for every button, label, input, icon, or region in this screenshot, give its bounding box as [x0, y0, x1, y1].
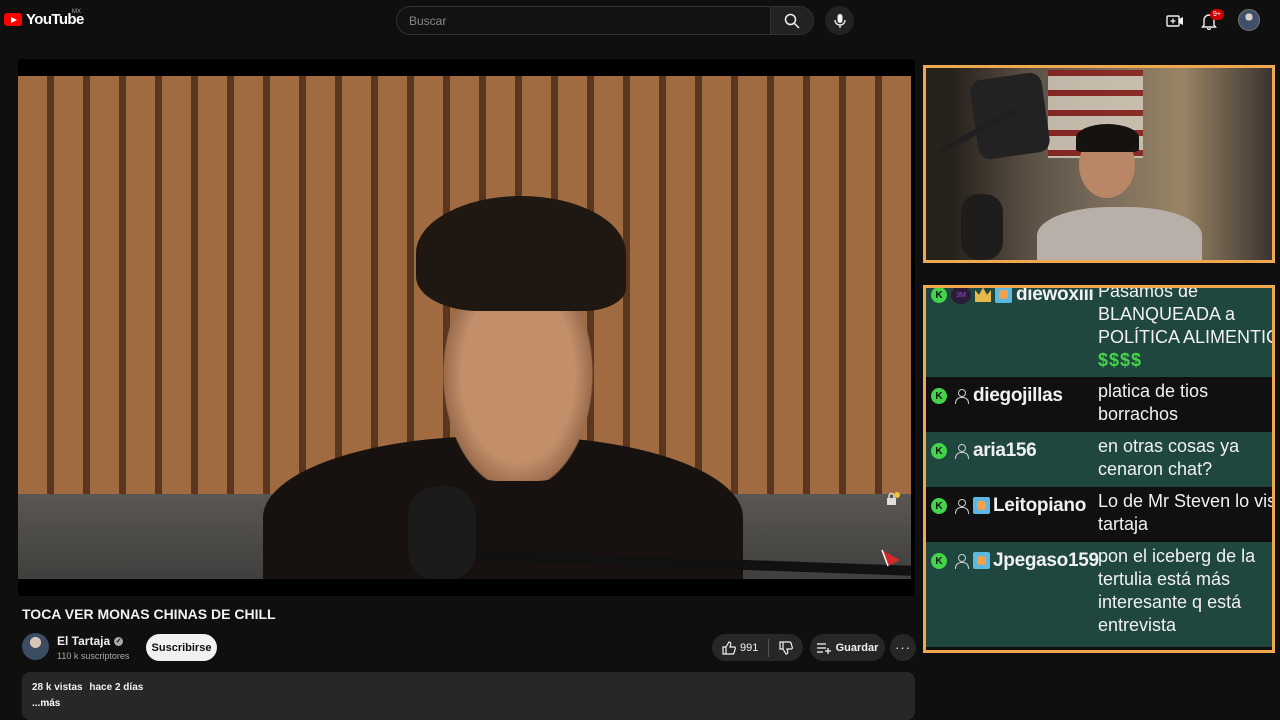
- chat-line: entrevista: [1098, 615, 1177, 635]
- chat-message: K aria156 en otras cosas ya cenaron chat…: [926, 432, 1272, 487]
- search-placeholder: Buscar: [409, 13, 447, 28]
- chat-line: interesante q está: [1098, 592, 1242, 612]
- subscriber-count: 110 k suscriptores: [57, 651, 130, 661]
- video-player[interactable]: [18, 59, 915, 596]
- search-icon: [784, 13, 800, 29]
- description-box[interactable]: 28 k vistas hace 2 días ...más: [22, 672, 915, 720]
- more-dots-icon: ···: [895, 640, 911, 655]
- chat-line: Pasamos de: [1098, 285, 1199, 301]
- voice-search-button[interactable]: [825, 6, 854, 35]
- webcam-streamer-hair: [1076, 124, 1139, 152]
- chat-line: tartaja: [1098, 514, 1149, 534]
- mic-icon: [833, 13, 846, 28]
- channel-name[interactable]: El Tartaja: [57, 634, 110, 648]
- save-button[interactable]: Guardar: [810, 634, 885, 661]
- subscribe-button[interactable]: Suscribirse: [146, 634, 217, 661]
- chat-message: K Leitopiano Lo de Mr Steven lo visto ta…: [926, 487, 1272, 542]
- chat-message: K diegojillas platica de tios borrachos: [926, 377, 1272, 432]
- country-code: MX: [72, 9, 81, 15]
- like-dislike-group: 991: [712, 634, 803, 661]
- k-badge-icon: K: [931, 288, 947, 303]
- k-badge-icon: K: [931, 388, 947, 404]
- search-input[interactable]: Buscar: [396, 6, 770, 35]
- save-label: Guardar: [835, 641, 879, 654]
- create-icon: [1166, 15, 1183, 27]
- k-badge-icon: K: [931, 553, 947, 569]
- k-badge-icon: K: [931, 498, 947, 514]
- top-bar: YouTube MX Buscar 9+: [0, 0, 1280, 42]
- chat-overlay: K 3M diewoxiii Pasamos de BLANQUEADA a P…: [923, 285, 1275, 653]
- verified-icon: ✓: [114, 636, 124, 646]
- chat-username: Jpegaso159: [993, 550, 1099, 571]
- chat-username: Leitopiano: [993, 495, 1087, 516]
- chat-line: platica de tios: [1098, 381, 1209, 401]
- chat-message-text: platica de tios borrachos: [1098, 380, 1272, 426]
- chat-username: diewoxiii: [1016, 285, 1094, 305]
- upload-age: hace 2 días: [89, 682, 144, 693]
- chat-message: K Jpegaso159 pon el iceberg de la tertul…: [926, 542, 1272, 647]
- show-more-link[interactable]: ...más: [32, 698, 905, 709]
- webcam-microphone: [961, 194, 1003, 260]
- sub-badge-icon: [995, 288, 1012, 303]
- youtube-logo[interactable]: YouTube MX: [4, 9, 84, 28]
- search-button[interactable]: [770, 6, 814, 35]
- chat-line: $$$$: [1098, 350, 1143, 370]
- video-title: TOCA VER MONAS CHINAS DE CHILL: [22, 606, 276, 622]
- chat-line: POLÍTICA ALIMENTICIA?: [1098, 327, 1272, 347]
- bits-badge-icon: 3M: [951, 288, 971, 304]
- chat-username: aria156: [973, 440, 1037, 461]
- sub-badge-icon: [973, 552, 990, 569]
- more-actions-button[interactable]: ···: [890, 634, 916, 661]
- chat-message-text: Lo de Mr Steven lo visto tartaja: [1098, 490, 1275, 536]
- chat-line: BLANQUEADA a: [1098, 304, 1236, 324]
- notification-badge: 9+: [1210, 9, 1224, 20]
- lock-icon: [887, 492, 900, 505]
- video-frame[interactable]: [18, 76, 911, 579]
- create-button[interactable]: [1165, 11, 1185, 31]
- webcam-overlay: [923, 65, 1275, 263]
- thumbs-down-icon: [779, 640, 793, 655]
- chat-line: Lo de Mr Steven lo visto: [1098, 491, 1275, 511]
- thumbs-up-icon: [722, 640, 736, 655]
- chat-message: K 3M diewoxiii Pasamos de BLANQUEADA a P…: [926, 285, 1272, 377]
- chat-line: en otras cosas ya: [1098, 436, 1240, 456]
- playlist-add-icon: [816, 642, 831, 654]
- corner-flag-icon: [881, 549, 900, 567]
- person-icon: [953, 388, 969, 404]
- chat-message-text: Pasamos de BLANQUEADA a POLÍTICA ALIMENT…: [1098, 285, 1272, 372]
- chat-line: cenaron chat?: [1098, 459, 1213, 479]
- k-badge-icon: K: [931, 443, 947, 459]
- person-icon: [953, 553, 969, 569]
- chat-line: borrachos: [1098, 404, 1179, 424]
- view-count: 28 k vistas: [32, 682, 83, 693]
- video-scene-person-hair: [416, 196, 626, 311]
- person-icon: [953, 443, 969, 459]
- channel-avatar[interactable]: [22, 633, 49, 660]
- like-button[interactable]: 991: [712, 634, 768, 661]
- webcam-streamer-body: [1037, 207, 1202, 260]
- dislike-button[interactable]: [769, 634, 803, 661]
- youtube-play-icon: [4, 13, 22, 26]
- chat-username: diegojillas: [973, 385, 1063, 406]
- video-stats: 28 k vistas hace 2 días: [32, 682, 905, 693]
- person-icon: [953, 498, 969, 514]
- video-scene-microphone: [408, 486, 476, 579]
- chat-message-text: en otras cosas ya cenaron chat?: [1098, 435, 1272, 481]
- channel-name-row[interactable]: El Tartaja ✓: [57, 634, 124, 648]
- like-count: 991: [740, 641, 759, 654]
- account-avatar[interactable]: [1238, 9, 1260, 31]
- chat-line: tertulia está más: [1098, 569, 1231, 589]
- sub-badge-icon: [973, 497, 990, 514]
- chat-line: pon el iceberg de la: [1098, 546, 1256, 566]
- crown-badge-icon: [975, 288, 991, 302]
- chat-message-text: pon el iceberg de la tertulia está más i…: [1098, 545, 1272, 637]
